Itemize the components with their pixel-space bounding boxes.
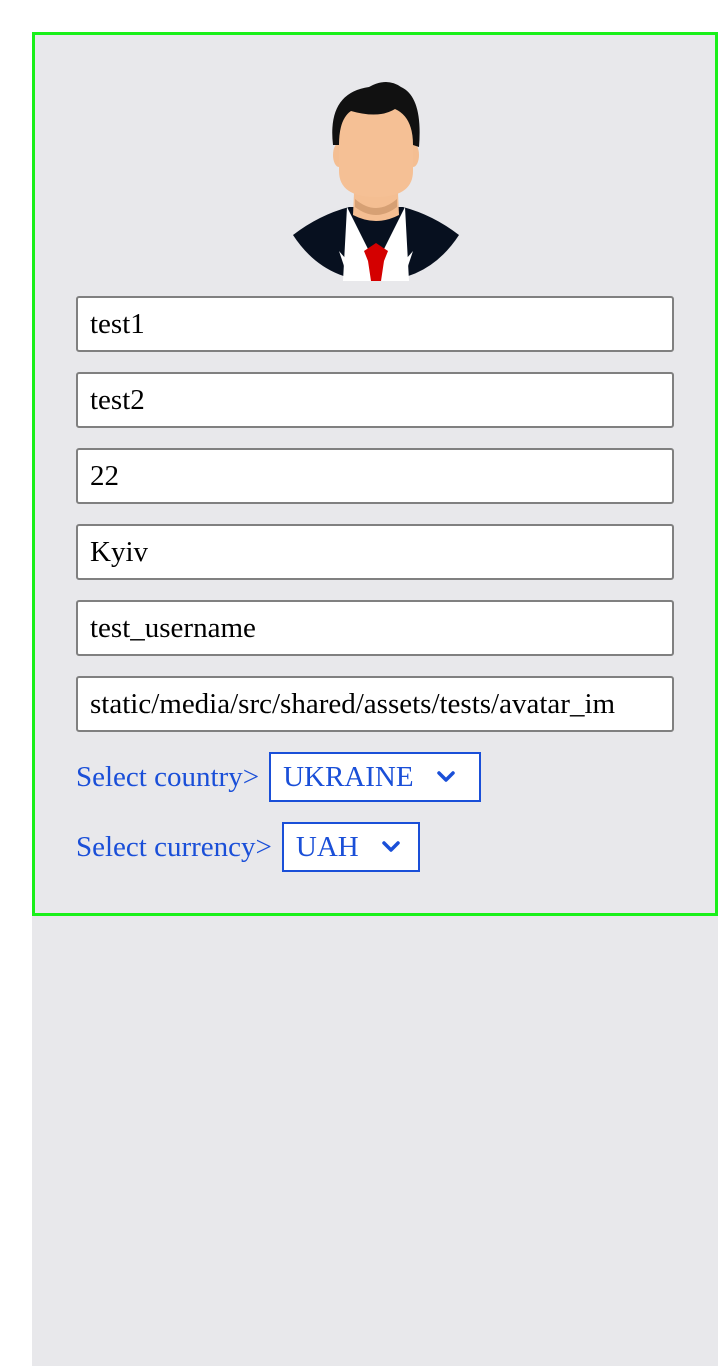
country-selected-value: UKRAINE (283, 760, 414, 793)
age-value: 22 (90, 460, 119, 492)
city-field[interactable]: Kyiv (76, 524, 674, 580)
chevron-down-icon (436, 771, 455, 782)
last-name-value: test2 (90, 384, 145, 416)
profile-form-card: test1 test2 22 Kyiv test_username static… (32, 32, 718, 916)
last-name-field[interactable]: test2 (76, 372, 674, 428)
first-name-field[interactable]: test1 (76, 296, 674, 352)
country-row: Select country> UKRAINE (76, 752, 482, 802)
avatar-path-field[interactable]: static/media/src/shared/assets/tests/ava… (76, 676, 674, 732)
age-field[interactable]: 22 (76, 448, 674, 504)
city-value: Kyiv (90, 536, 148, 568)
businessman-avatar-icon (293, 82, 459, 281)
username-value: test_username (90, 612, 256, 644)
country-select[interactable]: UKRAINE (269, 752, 482, 802)
currency-label: Select currency> (76, 830, 272, 863)
first-name-value: test1 (90, 308, 145, 340)
currency-select[interactable]: UAH (281, 822, 420, 872)
country-label: Select country> (76, 760, 260, 793)
username-field[interactable]: test_username (76, 600, 674, 656)
currency-selected-value: UAH (295, 830, 359, 863)
page: test1 test2 22 Kyiv test_username static… (0, 0, 718, 1366)
avatar-path-value: static/media/src/shared/assets/tests/ava… (90, 688, 616, 720)
chevron-down-icon (382, 841, 400, 852)
currency-row: Select currency> UAH (76, 822, 420, 872)
